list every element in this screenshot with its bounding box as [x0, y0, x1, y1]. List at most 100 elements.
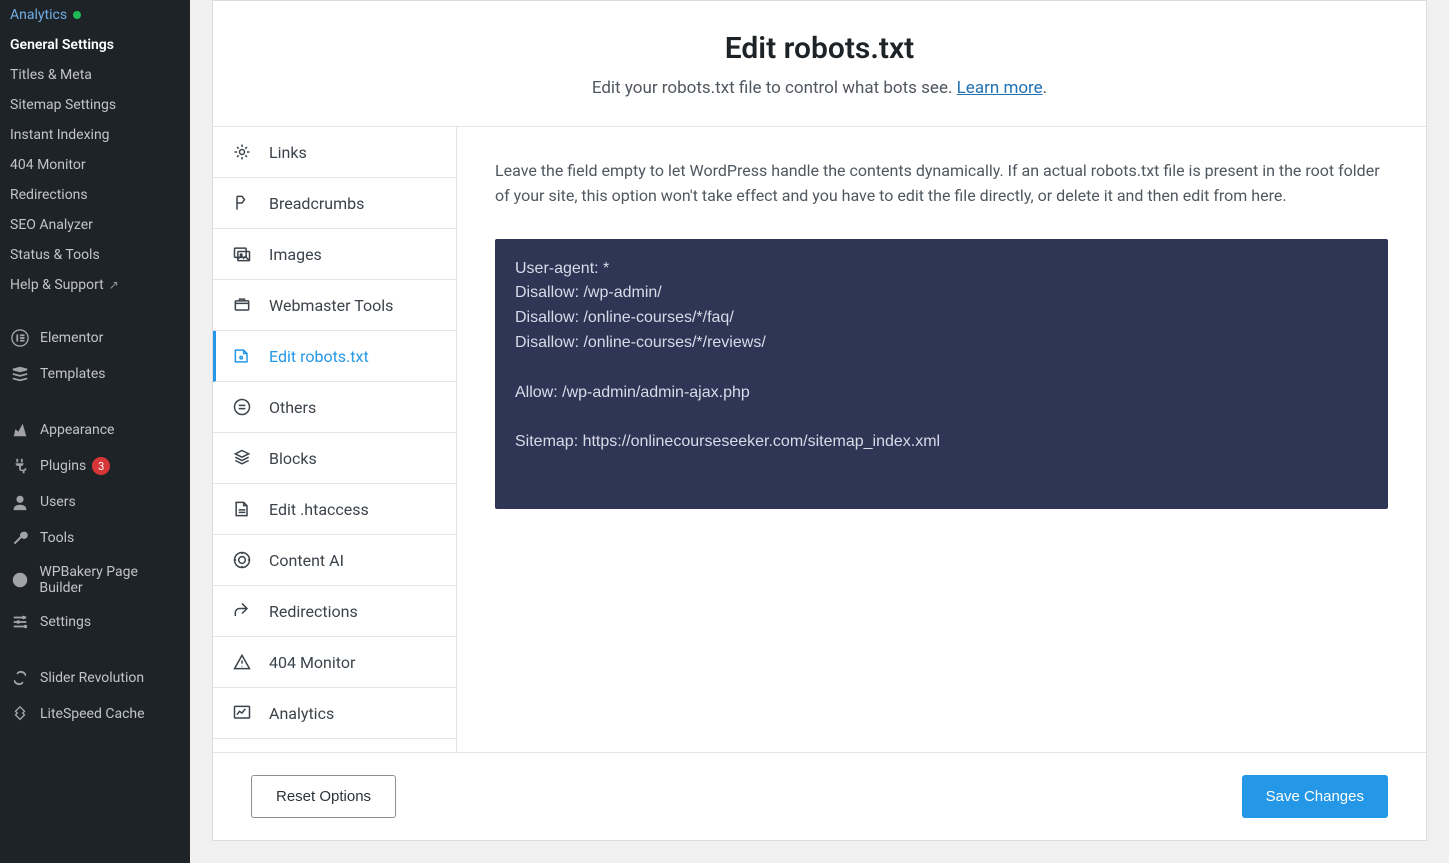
tab-label: Redirections — [269, 602, 358, 621]
elementor-icon — [10, 328, 30, 348]
monitor-icon — [231, 651, 253, 673]
images-icon — [231, 243, 253, 265]
robots-editor[interactable]: User-agent: * Disallow: /wp-admin/ Disal… — [495, 239, 1388, 509]
reset-options-button[interactable]: Reset Options — [251, 775, 396, 818]
save-changes-button[interactable]: Save Changes — [1242, 775, 1388, 818]
wp-sidebar-item-settings[interactable]: Settings — [0, 604, 190, 640]
tab-edit-htaccess[interactable]: Edit .htaccess — [213, 484, 456, 535]
wp-sidebar-item-label: Elementor — [40, 330, 103, 346]
wp-sidebar-subitem-sitemap-settings[interactable]: Sitemap Settings — [0, 90, 190, 120]
breadcrumbs-icon — [231, 192, 253, 214]
wp-sidebar-item-label: Appearance — [40, 422, 114, 438]
wp-sidebar-item-litespeed-cache[interactable]: LiteSpeed Cache — [0, 696, 190, 732]
tab-label: Others — [269, 398, 316, 417]
redirections-icon — [231, 600, 253, 622]
tab-breadcrumbs[interactable]: Breadcrumbs — [213, 178, 456, 229]
wp-sidebar-subitem-titles-meta[interactable]: Titles & Meta — [0, 60, 190, 90]
wp-sidebar-subitem-404-monitor[interactable]: 404 Monitor — [0, 150, 190, 180]
others-icon — [231, 396, 253, 418]
tab-label: Images — [269, 245, 322, 264]
wp-sidebar-item-label: WPBakery Page Builder — [39, 564, 180, 596]
wp-sidebar-subitem-label: Status & Tools — [10, 247, 100, 263]
panel-body: Links Breadcrumbs Images Webmaster Tools Edi… — [213, 127, 1426, 752]
robots-icon — [231, 345, 253, 367]
wp-sidebar-subitem-label: General Settings — [10, 37, 114, 53]
wp-sidebar-subitem-status-tools[interactable]: Status & Tools — [0, 240, 190, 270]
contentai-icon — [231, 549, 253, 571]
wp-sidebar-item-wpbakery-page-builder[interactable]: WPBakery Page Builder — [0, 556, 190, 604]
wp-sidebar-subitem-label: Analytics — [10, 7, 67, 23]
tab-label: Edit .htaccess — [269, 500, 369, 519]
wp-sidebar-item-label: Settings — [40, 614, 91, 630]
templates-icon — [10, 364, 30, 384]
settings-content: Leave the field empty to let WordPress h… — [457, 127, 1426, 752]
wp-sidebar-subitem-analytics[interactable]: Analytics — [0, 0, 190, 30]
tab-label: Content AI — [269, 551, 344, 570]
wp-sidebar-item-label: Plugins — [40, 458, 86, 474]
tab-blocks[interactable]: Blocks — [213, 433, 456, 484]
wp-sidebar-subitem-label: Titles & Meta — [10, 67, 92, 83]
subtitle-text: Edit your robots.txt file to control wha… — [592, 78, 957, 98]
tab-links[interactable]: Links — [213, 127, 456, 178]
settings-tabs: Links Breadcrumbs Images Webmaster Tools Edi… — [213, 127, 457, 752]
wp-sidebar-subitem-label: Help & Support — [10, 277, 104, 293]
wp-sidebar-item-slider-revolution[interactable]: Slider Revolution — [0, 660, 190, 696]
wp-sidebar-item-label: Templates — [40, 366, 106, 382]
wp-sidebar-item-appearance[interactable]: Appearance — [0, 412, 190, 448]
wpbakery-icon — [10, 570, 29, 590]
tab-content-ai[interactable]: Content AI — [213, 535, 456, 586]
tab-analytics[interactable]: Analytics — [213, 688, 456, 739]
wp-sidebar-item-plugins[interactable]: Plugins 3 — [0, 448, 190, 484]
tab-404-monitor[interactable]: 404 Monitor — [213, 637, 456, 688]
analytics-icon — [231, 702, 253, 724]
wp-sidebar-subitem-label: SEO Analyzer — [10, 217, 93, 233]
tab-redirections[interactable]: Redirections — [213, 586, 456, 637]
slider-icon — [10, 668, 30, 688]
wp-sidebar-subitem-seo-analyzer[interactable]: SEO Analyzer — [0, 210, 190, 240]
learn-more-link[interactable]: Learn more — [957, 78, 1043, 98]
external-link-icon: ↗ — [109, 278, 119, 292]
wp-sidebar-subitem-label: Redirections — [10, 187, 88, 203]
wp-sidebar-subitem-label: Sitemap Settings — [10, 97, 116, 113]
tab-webmaster-tools[interactable]: Webmaster Tools — [213, 280, 456, 331]
tab-label: Webmaster Tools — [269, 296, 393, 315]
panel-footer: Reset Options Save Changes — [213, 752, 1426, 840]
links-icon — [231, 141, 253, 163]
tab-label: Edit robots.txt — [269, 347, 369, 366]
page-subtitle: Edit your robots.txt file to control wha… — [233, 78, 1406, 98]
tab-label: 404 Monitor — [269, 653, 355, 672]
plugins-icon — [10, 456, 30, 476]
wp-sidebar-item-tools[interactable]: Tools — [0, 520, 190, 556]
panel-header: Edit robots.txt Edit your robots.txt fil… — [213, 1, 1426, 127]
wp-sidebar-subitem-redirections[interactable]: Redirections — [0, 180, 190, 210]
content-panel: Edit robots.txt Edit your robots.txt fil… — [212, 0, 1427, 841]
tab-images[interactable]: Images — [213, 229, 456, 280]
litespeed-icon — [10, 704, 30, 724]
htaccess-icon — [231, 498, 253, 520]
tab-edit-robots-txt[interactable]: Edit robots.txt — [213, 331, 456, 382]
wp-sidebar-item-label: Users — [40, 494, 76, 510]
wp-sidebar-item-label: Tools — [40, 530, 74, 546]
tab-others[interactable]: Others — [213, 382, 456, 433]
settings-icon — [10, 612, 30, 632]
wp-sidebar-item-templates[interactable]: Templates — [0, 356, 190, 392]
wp-sidebar-subitem-general-settings[interactable]: General Settings — [0, 30, 190, 60]
tab-label: Analytics — [269, 704, 334, 723]
main-area: Edit robots.txt Edit your robots.txt fil… — [190, 0, 1449, 863]
update-count-badge: 3 — [92, 457, 110, 475]
wp-sidebar-subitem-help-support[interactable]: Help & Support ↗ — [0, 270, 190, 300]
wp-sidebar-item-elementor[interactable]: Elementor — [0, 320, 190, 356]
webmaster-icon — [231, 294, 253, 316]
tab-label: Blocks — [269, 449, 317, 468]
help-text: Leave the field empty to let WordPress h… — [495, 159, 1388, 209]
tab-label: Links — [269, 143, 307, 162]
wp-sidebar-item-users[interactable]: Users — [0, 484, 190, 520]
tools-icon — [10, 528, 30, 548]
status-dot-icon — [73, 11, 81, 19]
blocks-icon — [231, 447, 253, 469]
wp-sidebar-subitem-label: Instant Indexing — [10, 127, 110, 143]
wp-sidebar-subitem-label: 404 Monitor — [10, 157, 86, 173]
appearance-icon — [10, 420, 30, 440]
wp-admin-sidebar: Analytics General Settings Titles & Meta Si… — [0, 0, 190, 863]
wp-sidebar-subitem-instant-indexing[interactable]: Instant Indexing — [0, 120, 190, 150]
